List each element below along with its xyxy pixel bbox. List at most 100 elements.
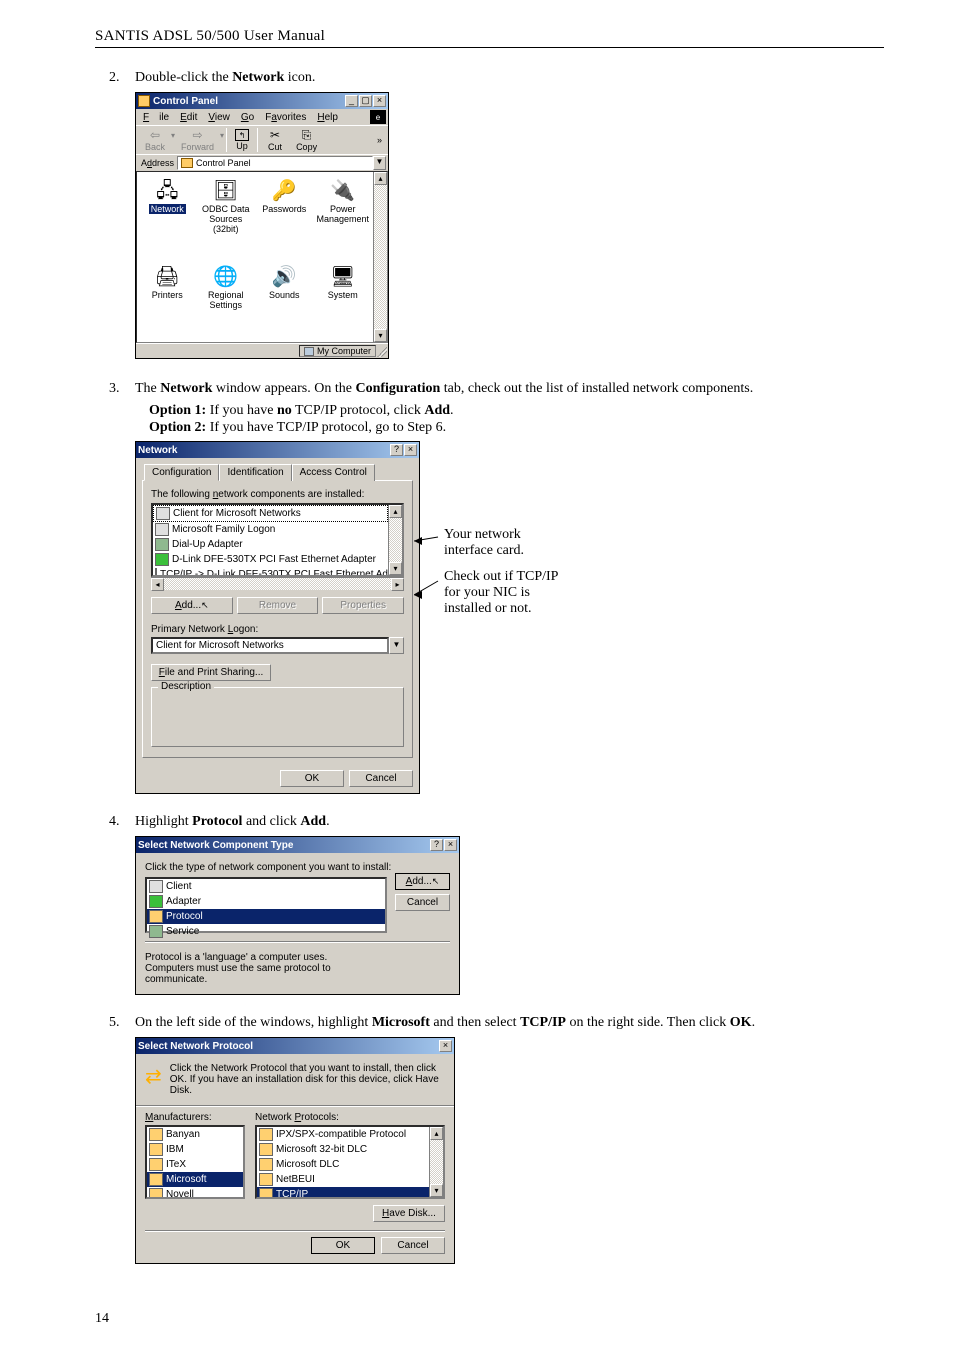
list-item[interactable]: TCP/IP -> D-Link DFE-530TX PCI Fast Ethe… xyxy=(153,567,388,575)
manufacturers-listbox[interactable]: Banyan IBM ITeX Microsoft Novell xyxy=(145,1125,245,1199)
remove-button[interactable]: Remove xyxy=(237,597,319,614)
scroll-up-button[interactable]: ▴ xyxy=(389,505,402,518)
menu-go[interactable]: Go xyxy=(236,111,259,124)
scroll-track[interactable] xyxy=(430,1140,443,1184)
proto-vscroll[interactable]: ▴ ▾ xyxy=(429,1127,443,1197)
menu-edit[interactable]: Edit xyxy=(175,111,202,124)
add-button[interactable]: Add...↖ xyxy=(151,597,233,614)
network-icon-item[interactable]: 🖧Network xyxy=(139,178,196,260)
address-input[interactable]: Control Panel xyxy=(177,156,373,170)
close-button[interactable]: × xyxy=(373,95,386,107)
odbc-icon-item[interactable]: 🗄ODBC Data Sources (32bit) xyxy=(198,178,255,260)
vertical-scrollbar[interactable]: ▴ ▾ xyxy=(373,172,387,342)
step-3-number: 3. xyxy=(95,381,135,397)
opt1-t1: If you have xyxy=(206,403,277,418)
cancel-button[interactable]: Cancel xyxy=(381,1237,445,1254)
system-icon-item[interactable]: 🖥System xyxy=(315,264,372,336)
help-button[interactable]: ? xyxy=(390,444,403,456)
add-button[interactable]: Add...↖ xyxy=(395,873,450,890)
list-item[interactable]: D-Link DFE-530TX PCI Fast Ethernet Adapt… xyxy=(153,552,388,567)
callout-tcp-line3: installed or not. xyxy=(444,601,558,617)
close-button[interactable]: × xyxy=(444,839,457,851)
properties-button[interactable]: Properties xyxy=(322,597,404,614)
components-listbox[interactable]: Client for Microsoft Networks Microsoft … xyxy=(151,503,404,577)
list-item[interactable]: Microsoft 32-bit DLC xyxy=(257,1142,429,1157)
scroll-track[interactable] xyxy=(389,518,402,562)
scroll-down-button[interactable]: ▾ xyxy=(374,329,387,342)
list-item-selected[interactable]: TCP/IP xyxy=(257,1187,429,1197)
list-hscrollbar[interactable]: ◂ ▸ xyxy=(151,577,404,590)
tab-configuration[interactable]: Configuration xyxy=(144,464,219,481)
power-icon-item[interactable]: 🔌Power Management xyxy=(315,178,372,260)
list-item-selected[interactable]: Microsoft xyxy=(147,1172,243,1187)
resize-grip-icon[interactable] xyxy=(377,347,387,357)
scroll-left-button[interactable]: ◂ xyxy=(151,578,164,591)
help-button[interactable]: ? xyxy=(430,839,443,851)
list-item[interactable]: Client xyxy=(147,879,385,894)
opt1-t2: no xyxy=(277,403,292,418)
list-item-selected[interactable]: Protocol xyxy=(147,909,385,924)
list-item[interactable]: IBM xyxy=(147,1142,243,1157)
list-item[interactable]: ITeX xyxy=(147,1157,243,1172)
list-item[interactable]: Service xyxy=(147,924,385,939)
menu-file[interactable]: File xyxy=(138,111,174,124)
primary-logon-combo[interactable]: Client for Microsoft Networks ▼ xyxy=(151,637,404,654)
list-item[interactable]: Client for Microsoft Networks xyxy=(153,505,388,522)
toolbar-overflow-icon[interactable]: » xyxy=(374,135,385,145)
protocols-listbox[interactable]: IPX/SPX-compatible Protocol Microsoft 32… xyxy=(255,1125,445,1199)
list-item[interactable]: Microsoft DLC xyxy=(257,1157,429,1172)
list-item-label: Dial-Up Adapter xyxy=(172,539,243,550)
list-scrollbar[interactable]: ▴ ▾ xyxy=(388,505,402,575)
printers-icon-item[interactable]: 🖨Printers xyxy=(139,264,196,336)
combo-dropdown-button[interactable]: ▼ xyxy=(389,637,404,654)
scroll-down-button[interactable]: ▾ xyxy=(389,562,402,575)
cut-button[interactable]: ✂Cut xyxy=(260,128,290,152)
list-item[interactable]: Novell xyxy=(147,1187,243,1197)
scroll-track[interactable] xyxy=(374,185,387,329)
list-item-label: Microsoft 32-bit DLC xyxy=(276,1144,367,1155)
have-disk-button[interactable]: Have Disk... xyxy=(373,1205,445,1222)
scroll-up-button[interactable]: ▴ xyxy=(374,172,387,185)
cancel-button[interactable]: Cancel xyxy=(395,894,450,911)
tab-identification[interactable]: Identification xyxy=(219,464,291,481)
minimize-button[interactable]: _ xyxy=(345,95,358,107)
ie-logo-icon: e xyxy=(370,110,386,124)
up-button[interactable]: ↰Up xyxy=(229,129,255,151)
forward-button[interactable]: ⇨Forward xyxy=(175,128,220,152)
list-item[interactable]: Adapter xyxy=(147,894,385,909)
menu-help[interactable]: Help xyxy=(312,111,343,124)
ok-button[interactable]: OK xyxy=(280,770,344,787)
sounds-icon-item[interactable]: 🔊Sounds xyxy=(256,264,313,336)
list-item[interactable]: Banyan xyxy=(147,1127,243,1142)
protocol-icon xyxy=(149,1128,163,1141)
list-item[interactable]: IPX/SPX-compatible Protocol xyxy=(257,1127,429,1142)
forward-dropdown-icon[interactable]: ▾ xyxy=(220,131,224,140)
scroll-up-button[interactable]: ▴ xyxy=(430,1127,443,1140)
file-print-sharing-button[interactable]: File and Print Sharing... xyxy=(151,664,271,681)
menu-view[interactable]: View xyxy=(203,111,235,124)
scroll-down-button[interactable]: ▾ xyxy=(430,1184,443,1197)
scroll-right-button[interactable]: ▸ xyxy=(391,578,404,591)
s4-p4: . xyxy=(326,814,330,829)
address-dropdown-button[interactable]: ▼ xyxy=(373,156,386,170)
page-number: 14 xyxy=(95,1311,109,1327)
maximize-button[interactable]: ▢ xyxy=(359,95,372,107)
ok-button[interactable]: OK xyxy=(311,1237,375,1254)
menu-favorites[interactable]: Favorites xyxy=(260,111,311,124)
protocol-icon xyxy=(149,910,163,923)
list-item[interactable]: Dial-Up Adapter xyxy=(153,537,388,552)
component-type-listbox[interactable]: Client Adapter Protocol Service xyxy=(145,877,387,933)
tab-access-control[interactable]: Access Control xyxy=(292,464,375,481)
regional-icon-item[interactable]: 🌐Regional Settings xyxy=(198,264,255,336)
list-item-label: D-Link DFE-530TX PCI Fast Ethernet Adapt… xyxy=(172,554,376,565)
close-button[interactable]: × xyxy=(439,1040,452,1052)
cancel-button[interactable]: Cancel xyxy=(349,770,413,787)
snct-titlebar: Select Network Component Type ? × xyxy=(136,837,459,853)
hscroll-track[interactable] xyxy=(164,578,391,590)
list-item[interactable]: NetBEUI xyxy=(257,1172,429,1187)
copy-button[interactable]: ⎘Copy xyxy=(290,128,323,152)
list-item[interactable]: Microsoft Family Logon xyxy=(153,522,388,537)
step-5-number: 5. xyxy=(95,1015,135,1031)
back-button[interactable]: ⇦Back xyxy=(139,128,171,152)
passwords-icon-item[interactable]: 🔑Passwords xyxy=(256,178,313,260)
